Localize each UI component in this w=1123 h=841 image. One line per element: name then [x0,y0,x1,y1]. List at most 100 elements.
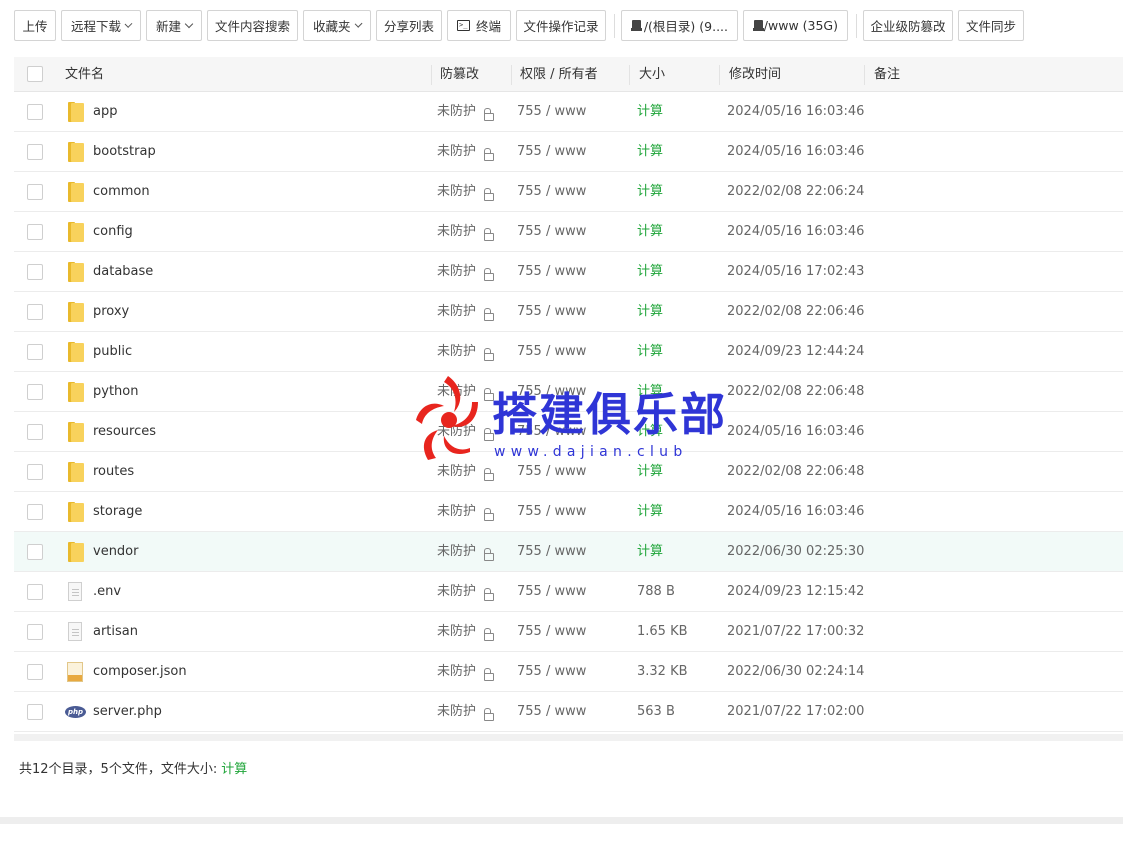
permission-owner[interactable]: 755 / www [517,172,586,212]
file-name[interactable]: database [93,252,153,292]
row-checkbox[interactable] [27,224,43,240]
unlock-icon[interactable] [484,188,494,201]
select-all-checkbox[interactable] [27,66,43,82]
table-row[interactable]: common 未防护 755 / www 计算 2022/02/08 22:06:24 [14,172,1123,212]
tamper-status[interactable]: 未防护 [437,372,476,412]
unlock-icon[interactable] [484,388,494,401]
unlock-icon[interactable] [484,228,494,241]
disk-root-button[interactable]: /(根目录) (9.... [621,10,738,41]
file-name[interactable]: config [93,212,133,252]
permission-owner[interactable]: 755 / www [517,452,586,492]
file-name[interactable]: bootstrap [93,132,156,172]
table-row[interactable]: bootstrap 未防护 755 / www 计算 2024/05/16 16:03:… [14,132,1123,172]
file-sync-button[interactable]: 文件同步 [958,10,1024,41]
file-name[interactable]: storage [93,492,142,532]
permission-owner[interactable]: 755 / www [517,532,586,572]
unlock-icon[interactable] [484,628,494,641]
file-size[interactable]: 计算 [637,292,663,332]
file-name[interactable]: proxy [93,292,129,332]
permission-owner[interactable]: 755 / www [517,572,586,612]
table-row[interactable]: php server.php 未防护 755 / www 563 B 2021/07/22… [14,692,1123,732]
header-perm[interactable]: 权限 / 所有者 [520,57,598,92]
tamper-status[interactable]: 未防护 [437,172,476,212]
tamper-status[interactable]: 未防护 [437,292,476,332]
file-name[interactable]: resources [93,412,156,452]
permission-owner[interactable]: 755 / www [517,292,586,332]
tamper-status[interactable]: 未防护 [437,332,476,372]
table-row[interactable]: app 未防护 755 / www 计算 2024/05/16 16:03:46 [14,92,1123,132]
header-size[interactable]: 大小 [639,57,665,92]
row-checkbox[interactable] [27,144,43,160]
table-row[interactable]: storage 未防护 755 / www 计算 2024/05/16 16:03:46 [14,492,1123,532]
file-size[interactable]: 计算 [637,492,663,532]
permission-owner[interactable]: 755 / www [517,692,586,732]
row-checkbox[interactable] [27,384,43,400]
unlock-icon[interactable] [484,548,494,561]
unlock-icon[interactable] [484,268,494,281]
row-checkbox[interactable] [27,464,43,480]
file-name[interactable]: composer.json [93,652,187,692]
remote-download-button[interactable]: 远程下载 [61,10,141,41]
unlock-icon[interactable] [484,508,494,521]
permission-owner[interactable]: 755 / www [517,332,586,372]
row-checkbox[interactable] [27,504,43,520]
row-checkbox[interactable] [27,664,43,680]
permission-owner[interactable]: 755 / www [517,132,586,172]
header-tamper[interactable]: 防篡改 [440,57,479,92]
unlock-icon[interactable] [484,468,494,481]
file-name[interactable]: .env [93,572,121,612]
permission-owner[interactable]: 755 / www [517,652,586,692]
tamper-status[interactable]: 未防护 [437,92,476,132]
terminal-button[interactable]: >_ 终端 [447,10,511,41]
unlock-icon[interactable] [484,148,494,161]
disk-www-button[interactable]: /www (35G) [743,10,848,41]
tamper-status[interactable]: 未防护 [437,612,476,652]
table-row[interactable]: resources 未防护 755 / www 计算 2024/05/16 16:03:… [14,412,1123,452]
header-mtime[interactable]: 修改时间 [729,57,781,92]
enterprise-tamper-button[interactable]: 企业级防篡改 [863,10,953,41]
table-row[interactable]: public 未防护 755 / www 计算 2024/09/23 12:44:24 [14,332,1123,372]
tamper-status[interactable]: 未防护 [437,532,476,572]
unlock-icon[interactable] [484,108,494,121]
file-name[interactable]: common [93,172,150,212]
unlock-icon[interactable] [484,428,494,441]
row-checkbox[interactable] [27,424,43,440]
unlock-icon[interactable] [484,588,494,601]
permission-owner[interactable]: 755 / www [517,612,586,652]
file-size[interactable]: 计算 [637,252,663,292]
tamper-status[interactable]: 未防护 [437,412,476,452]
file-size[interactable]: 计算 [637,452,663,492]
permission-owner[interactable]: 755 / www [517,372,586,412]
table-row[interactable]: .env 未防护 755 / www 788 B 2024/09/23 12:15:42 [14,572,1123,612]
permission-owner[interactable]: 755 / www [517,92,586,132]
header-name[interactable]: 文件名 [65,57,104,92]
permission-owner[interactable]: 755 / www [517,252,586,292]
table-row[interactable]: routes 未防护 755 / www 计算 2022/02/08 22:06:48 [14,452,1123,492]
row-checkbox[interactable] [27,624,43,640]
file-size[interactable]: 计算 [637,372,663,412]
share-list-button[interactable]: 分享列表 [376,10,442,41]
permission-owner[interactable]: 755 / www [517,412,586,452]
unlock-icon[interactable] [484,708,494,721]
file-size[interactable]: 计算 [637,172,663,212]
table-row[interactable]: vendor 未防护 755 / www 计算 2022/06/30 02:25:30 [14,532,1123,572]
table-row[interactable]: proxy 未防护 755 / www 计算 2022/02/08 22:06:46 [14,292,1123,332]
content-search-button[interactable]: 文件内容搜索 [207,10,298,41]
row-checkbox[interactable] [27,264,43,280]
row-checkbox[interactable] [27,104,43,120]
table-row[interactable]: database 未防护 755 / www 计算 2024/05/16 17:02:4… [14,252,1123,292]
tamper-status[interactable]: 未防护 [437,252,476,292]
file-size[interactable]: 计算 [637,92,663,132]
unlock-icon[interactable] [484,668,494,681]
file-name[interactable]: app [93,92,117,132]
permission-owner[interactable]: 755 / www [517,212,586,252]
tamper-status[interactable]: 未防护 [437,692,476,732]
tamper-status[interactable]: 未防护 [437,452,476,492]
file-size[interactable]: 计算 [637,332,663,372]
file-name[interactable]: artisan [93,612,138,652]
footer-calc-link[interactable]: 计算 [221,762,247,777]
file-name[interactable]: python [93,372,138,412]
row-checkbox[interactable] [27,544,43,560]
file-size[interactable]: 计算 [637,532,663,572]
table-row[interactable]: config 未防护 755 / www 计算 2024/05/16 16:03:46 [14,212,1123,252]
